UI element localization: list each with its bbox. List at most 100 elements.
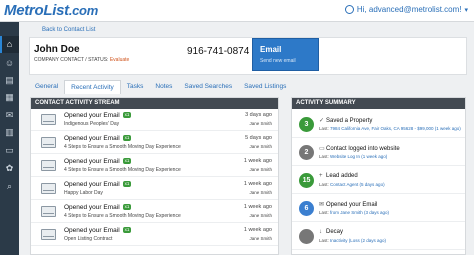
summary-detail-link[interactable]: from Jane Smith (3 days ago) bbox=[330, 210, 389, 215]
tab-tasks[interactable]: Tasks bbox=[121, 80, 150, 94]
activity-time: 3 days ago bbox=[245, 112, 272, 118]
summary-detail-link[interactable]: Website Log In (1 week ago) bbox=[330, 154, 387, 159]
summary-title: Contact logged into website bbox=[326, 146, 400, 152]
summary-row-decay[interactable]: ↓ Decay Last: Inactivity (Loss (2 days ag… bbox=[292, 225, 465, 250]
activity-summary: ACTIVITY SUMMARY 3 ✓ Saved a Property Las… bbox=[291, 97, 466, 255]
contacts-icon[interactable]: ☺ bbox=[4, 58, 15, 69]
count-badge: x1 bbox=[122, 112, 132, 118]
user-icon bbox=[344, 5, 354, 14]
activity-description: 4 Steps to Ensure a Smooth Moving Day Ex… bbox=[64, 144, 181, 150]
summary-row-logged-in[interactable]: 2 ▭Contact logged into website Last: Web… bbox=[292, 141, 465, 166]
count-badge: x1 bbox=[122, 158, 132, 164]
summary-detail-label: Last: bbox=[319, 182, 329, 187]
count-circle: 6 bbox=[299, 201, 314, 216]
activity-description: Indigenous Peoples' Day bbox=[64, 121, 120, 127]
envelope-icon bbox=[41, 160, 56, 171]
summary-title: Decay bbox=[326, 229, 344, 235]
tab-notes[interactable]: Notes bbox=[149, 80, 178, 94]
laptop-icon: ▭ bbox=[319, 146, 325, 152]
activity-agent: Jane Smith bbox=[249, 236, 272, 241]
down-arrow-icon: ↓ bbox=[319, 229, 322, 235]
tab-saved-listings[interactable]: Saved Listings bbox=[238, 80, 292, 94]
summary-detail-label: Last: bbox=[319, 154, 329, 159]
activity-title: Opened your Email bbox=[64, 227, 120, 234]
check-icon: ✓ bbox=[319, 118, 325, 124]
count-circle: 2 bbox=[299, 145, 314, 160]
email-button-title: Email bbox=[260, 45, 282, 54]
count-circle: 15 bbox=[299, 173, 314, 188]
calendar-icon[interactable]: ▦ bbox=[4, 92, 15, 103]
activity-description: Happy Labor Day bbox=[64, 190, 103, 196]
messages-icon[interactable]: ✉ bbox=[4, 110, 15, 121]
sidebar: ⌂ ☺ ▤ ▦ ✉ ▥ ▭ ✿ ⌕ bbox=[0, 22, 19, 255]
activity-time: 1 week ago bbox=[243, 181, 272, 187]
summary-detail-link[interactable]: Inactivity (Loss (2 days ago) bbox=[330, 238, 386, 243]
activity-row[interactable]: Opened your Email x1 Indigenous Peoples' … bbox=[31, 109, 278, 131]
back-to-contact-list-link[interactable]: Back to Contact List bbox=[42, 27, 95, 33]
search-icon[interactable]: ⌕ bbox=[4, 181, 15, 192]
activity-description: 4 Steps to Ensure a Smooth Moving Day Ex… bbox=[64, 213, 181, 219]
activity-title: Opened your Email bbox=[64, 112, 120, 119]
activity-title: Opened your Email bbox=[64, 135, 120, 142]
count-circle: 3 bbox=[299, 117, 314, 132]
activity-title: Opened your Email bbox=[64, 181, 120, 188]
activity-stream-heading: CONTACT ACTIVITY STREAM bbox=[31, 98, 278, 109]
chart-icon[interactable]: ▥ bbox=[4, 127, 15, 138]
listings-icon[interactable]: ▤ bbox=[4, 75, 15, 86]
count-badge: x1 bbox=[122, 181, 132, 187]
envelope-icon bbox=[41, 229, 56, 240]
activity-agent: Jane Smith bbox=[249, 213, 272, 218]
contact-type-label: COMPANY CONTACT / STATUS: bbox=[34, 57, 109, 63]
summary-detail-label: Last: bbox=[319, 210, 329, 215]
contact-status-value[interactable]: Evaluate bbox=[110, 57, 129, 63]
contact-tabs: General Recent Activity Tasks Notes Save… bbox=[29, 80, 292, 94]
activity-time: 1 week ago bbox=[243, 227, 272, 233]
activity-agent: Jane Smith bbox=[249, 144, 272, 149]
summary-title: Lead added bbox=[326, 173, 358, 179]
count-badge: x1 bbox=[122, 135, 132, 141]
brand-logo[interactable]: MetroList.com bbox=[4, 2, 98, 19]
summary-row-opened-email[interactable]: 6 ✉ Opened your Email Last: from Jane Smi… bbox=[292, 197, 465, 222]
count-badge: x1 bbox=[122, 227, 132, 233]
settings-icon[interactable]: ✿ bbox=[4, 163, 15, 174]
activity-row[interactable]: Opened your Email x1 Open Listing Contrac… bbox=[31, 224, 278, 246]
contact-phone[interactable]: 916-741-0874 bbox=[187, 46, 249, 57]
activity-row[interactable]: Opened your Email x1 4 Steps to Ensure a … bbox=[31, 201, 278, 223]
home-icon[interactable]: ⌂ bbox=[4, 39, 15, 50]
user-menu[interactable]: Hi, advanced@metrolist.com! ▾ bbox=[344, 5, 468, 14]
summary-detail-link[interactable]: Contact Agent (5 days ago) bbox=[330, 182, 385, 187]
activity-row[interactable]: Opened your Email x1 Happy Labor Day 1 we… bbox=[31, 178, 278, 200]
send-email-button[interactable]: Email Send new email bbox=[252, 38, 319, 71]
envelope-icon bbox=[41, 137, 56, 148]
activity-title: Opened your Email bbox=[64, 204, 120, 211]
tab-saved-searches[interactable]: Saved Searches bbox=[178, 80, 238, 94]
plus-icon: + bbox=[319, 173, 323, 179]
activity-description: Open Listing Contract bbox=[64, 236, 113, 242]
email-button-subtitle: Send new email bbox=[260, 58, 296, 64]
tab-recent-activity[interactable]: Recent Activity bbox=[64, 80, 121, 94]
activity-time: 5 days ago bbox=[245, 135, 272, 141]
contact-status-line: COMPANY CONTACT / STATUS: Evaluate bbox=[34, 57, 129, 63]
summary-detail-label: Last: bbox=[319, 126, 329, 131]
chevron-down-icon: ▾ bbox=[464, 6, 468, 14]
contact-name: John Doe bbox=[34, 44, 80, 55]
envelope-icon: ✉ bbox=[319, 202, 325, 208]
tab-general[interactable]: General bbox=[29, 80, 64, 94]
envelope-icon bbox=[41, 206, 56, 217]
summary-detail-label: Last: bbox=[319, 238, 329, 243]
count-circle bbox=[299, 229, 314, 244]
envelope-icon bbox=[41, 114, 56, 125]
activity-agent: Jane Smith bbox=[249, 121, 272, 126]
summary-row-lead-added[interactable]: 15 + Lead added Last: Contact Agent (5 da… bbox=[292, 169, 465, 194]
activity-agent: Jane Smith bbox=[249, 167, 272, 172]
summary-row-saved-property[interactable]: 3 ✓ Saved a Property Last: 7984 Californi… bbox=[292, 113, 465, 138]
count-badge: x1 bbox=[122, 204, 132, 210]
summary-detail-link[interactable]: 7984 California Ave, Fair Oaks, CA 95628… bbox=[330, 126, 461, 131]
activity-agent: Jane Smith bbox=[249, 190, 272, 195]
summary-title: Saved a Property bbox=[326, 118, 373, 124]
activity-summary-heading: ACTIVITY SUMMARY bbox=[292, 98, 465, 109]
monitor-icon[interactable]: ▭ bbox=[4, 145, 15, 156]
contact-activity-stream: CONTACT ACTIVITY STREAM Opened your Emai… bbox=[30, 97, 279, 255]
activity-row[interactable]: Opened your Email x1 4 Steps to Ensure a … bbox=[31, 155, 278, 177]
activity-row[interactable]: Opened your Email x1 4 Steps to Ensure a … bbox=[31, 132, 278, 154]
